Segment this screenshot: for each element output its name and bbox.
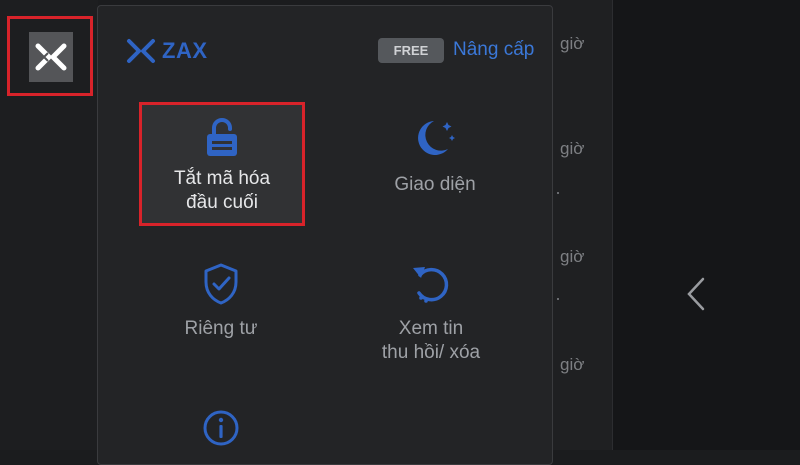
time-label: giờ: [560, 355, 585, 374]
zax-logo-icon: [29, 32, 73, 82]
conversation-panel: [613, 0, 800, 450]
tile-label: thu hồi/ xóa: [381, 342, 481, 363]
time-label: giờ: [560, 139, 585, 158]
tile-label: Riêng tư: [184, 318, 258, 339]
shield-check-icon: [204, 263, 238, 305]
tile-disable-encryption[interactable]: Tắt mã hóa đầu cuối: [139, 102, 305, 226]
tile-view-recalled[interactable]: Xem tin thu hồi/ xóa: [356, 262, 506, 365]
zax-popup: ZAX FREE Nâng cấp Tắt mã hóa đầu cuối Gi…: [97, 5, 553, 465]
tile-info[interactable]: [146, 408, 296, 448]
tile-appearance[interactable]: Giao diện: [360, 116, 510, 197]
tile-label: Xem tin: [398, 318, 464, 339]
tile-label: Giao diện: [394, 174, 476, 195]
zax-extension-button[interactable]: [7, 16, 93, 96]
chevron-left-icon[interactable]: [684, 276, 708, 312]
moon-stars-icon: [418, 121, 455, 155]
tile-privacy[interactable]: Riêng tư: [146, 262, 296, 341]
chat-list-column: [550, 0, 612, 450]
dot: [557, 298, 559, 300]
time-label: giờ: [560, 247, 585, 266]
zax-logo-icon: [127, 39, 155, 63]
undo-arrow-icon: [413, 267, 449, 303]
brand-name: ZAX: [162, 38, 208, 63]
upgrade-link[interactable]: Nâng cấp: [453, 39, 534, 61]
tile-label: đầu cuối: [186, 192, 258, 213]
lock-open-icon: [207, 118, 237, 156]
time-label: giờ: [560, 34, 585, 53]
info-icon: [203, 410, 239, 446]
free-badge: FREE: [378, 38, 444, 63]
tile-label: Tắt mã hóa: [173, 168, 271, 189]
dot: [557, 192, 559, 194]
